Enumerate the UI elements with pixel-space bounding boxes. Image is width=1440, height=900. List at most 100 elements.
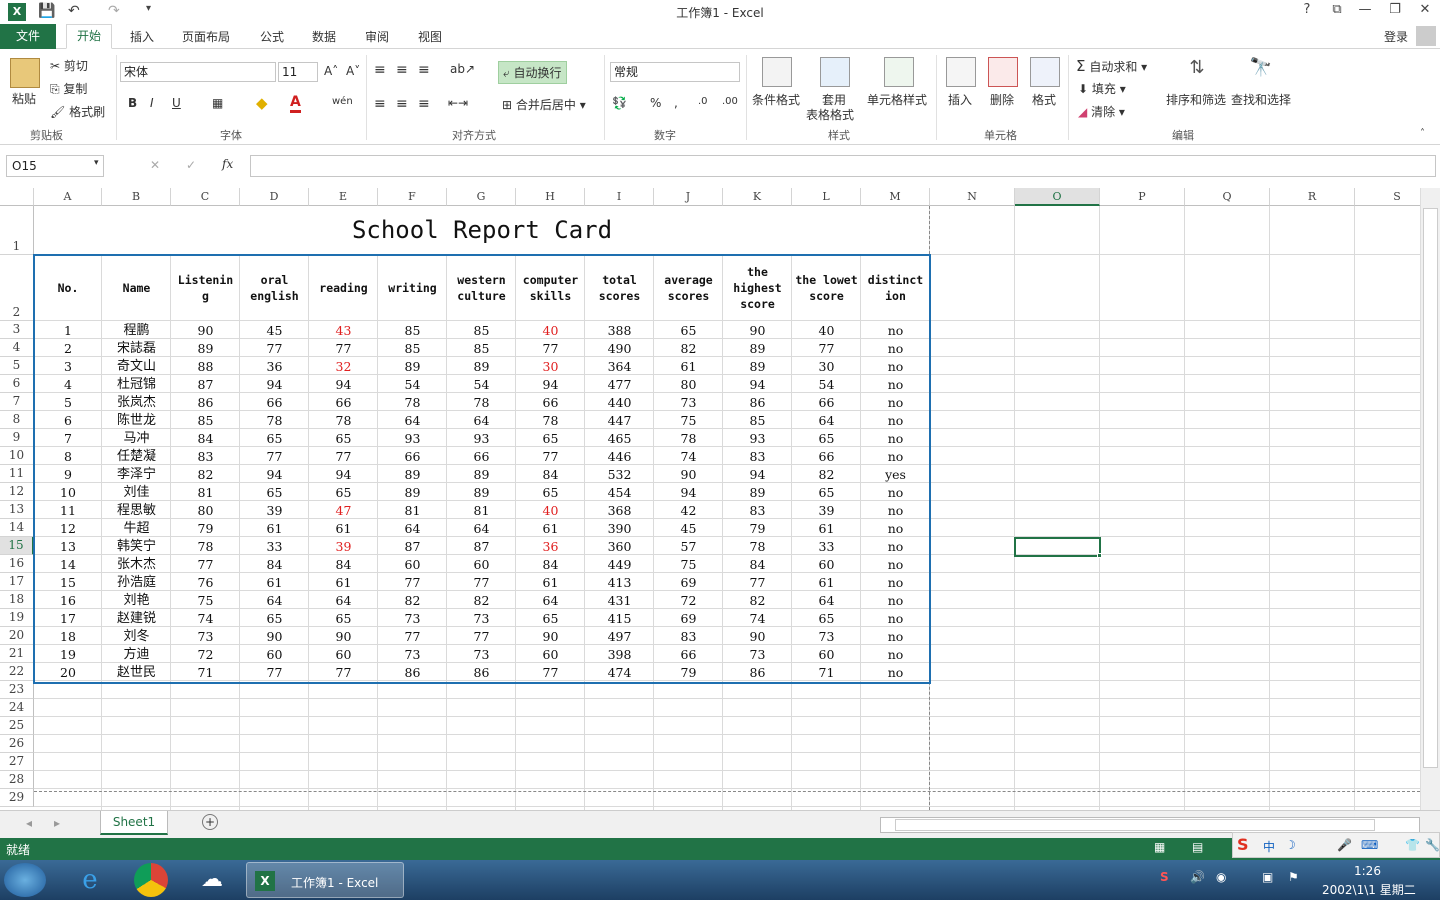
table-cell[interactable]: 32 bbox=[309, 358, 378, 375]
table-cell[interactable]: 465 bbox=[585, 430, 654, 447]
cancel-edit-button[interactable]: ✕ bbox=[150, 158, 160, 172]
table-cell[interactable]: 65 bbox=[792, 610, 861, 627]
row-header-13[interactable]: 13 bbox=[0, 501, 34, 519]
table-header-cell[interactable]: Name bbox=[102, 255, 171, 321]
table-cell[interactable]: 69 bbox=[654, 610, 723, 627]
delete-cells-icon[interactable] bbox=[988, 57, 1018, 87]
table-cell[interactable]: 李泽宁 bbox=[102, 466, 171, 483]
align-left-icon[interactable]: ≡ bbox=[374, 96, 386, 112]
table-cell[interactable]: 431 bbox=[585, 592, 654, 609]
table-cell[interactable]: 64 bbox=[516, 592, 585, 609]
moon-icon[interactable]: ☽ bbox=[1285, 838, 1296, 852]
table-cell[interactable]: 刘冬 bbox=[102, 628, 171, 645]
table-cell[interactable]: 77 bbox=[378, 574, 447, 591]
table-cell[interactable]: 69 bbox=[654, 574, 723, 591]
table-cell[interactable]: 84 bbox=[171, 430, 240, 447]
table-cell[interactable]: 61 bbox=[240, 574, 309, 591]
table-cell[interactable]: 61 bbox=[792, 574, 861, 591]
table-cell[interactable]: 94 bbox=[654, 484, 723, 501]
table-cell[interactable]: 18 bbox=[34, 628, 102, 645]
table-cell[interactable]: 84 bbox=[516, 556, 585, 573]
table-cell[interactable]: 90 bbox=[309, 628, 378, 645]
tab-insert[interactable]: 插入 bbox=[130, 28, 154, 45]
table-cell[interactable]: 65 bbox=[309, 430, 378, 447]
table-cell[interactable]: 87 bbox=[378, 538, 447, 555]
table-cell[interactable]: 30 bbox=[792, 358, 861, 375]
table-cell[interactable]: 81 bbox=[171, 484, 240, 501]
table-cell[interactable]: no bbox=[861, 628, 930, 645]
table-cell[interactable]: 497 bbox=[585, 628, 654, 645]
table-cell[interactable]: 532 bbox=[585, 466, 654, 483]
table-cell[interactable]: 60 bbox=[447, 556, 516, 573]
format-cells-button[interactable]: 格式 bbox=[1032, 91, 1056, 108]
table-cell[interactable]: 13 bbox=[34, 538, 102, 555]
avatar[interactable] bbox=[1416, 26, 1436, 46]
table-cell[interactable]: 40 bbox=[516, 322, 585, 339]
table-cell[interactable]: 81 bbox=[447, 502, 516, 519]
table-cell[interactable]: 86 bbox=[378, 664, 447, 681]
number-format-select[interactable]: 常规 bbox=[610, 62, 740, 82]
column-header-D[interactable]: D bbox=[240, 188, 309, 206]
keyboard-icon[interactable]: ⌨ bbox=[1361, 838, 1378, 852]
align-center-icon[interactable]: ≡ bbox=[396, 96, 408, 112]
table-cell[interactable]: 11 bbox=[34, 502, 102, 519]
table-cell[interactable]: 9 bbox=[34, 466, 102, 483]
row-header-4[interactable]: 4 bbox=[0, 339, 34, 357]
table-cell[interactable]: 90 bbox=[240, 628, 309, 645]
table-cell[interactable]: 83 bbox=[723, 502, 792, 519]
table-cell[interactable]: 65 bbox=[654, 322, 723, 339]
table-cell[interactable]: 390 bbox=[585, 520, 654, 537]
vertical-scroll-thumb[interactable] bbox=[1423, 208, 1438, 768]
table-cell[interactable]: 4 bbox=[34, 376, 102, 393]
tab-page-layout[interactable]: 页面布局 bbox=[182, 28, 230, 45]
table-cell[interactable]: 78 bbox=[654, 430, 723, 447]
format-table-button-line2[interactable]: 表格格式 bbox=[806, 106, 854, 123]
table-cell[interactable]: 413 bbox=[585, 574, 654, 591]
conditional-format-button[interactable]: 条件格式 bbox=[752, 91, 800, 108]
table-cell[interactable]: 77 bbox=[240, 448, 309, 465]
table-cell[interactable]: 韩笑宁 bbox=[102, 538, 171, 555]
table-cell[interactable]: 张木杰 bbox=[102, 556, 171, 573]
table-cell[interactable]: 30 bbox=[516, 358, 585, 375]
table-cell[interactable]: 39 bbox=[240, 502, 309, 519]
add-sheet-icon[interactable]: + bbox=[202, 814, 218, 830]
table-cell[interactable]: 77 bbox=[516, 664, 585, 681]
table-cell[interactable]: 张岚杰 bbox=[102, 394, 171, 411]
row-header-28[interactable]: 28 bbox=[0, 771, 34, 789]
table-header-cell[interactable]: average scores bbox=[654, 255, 723, 321]
table-cell[interactable]: 64 bbox=[378, 412, 447, 429]
table-cell[interactable]: 86 bbox=[447, 664, 516, 681]
table-cell[interactable]: 82 bbox=[654, 340, 723, 357]
table-cell[interactable]: 415 bbox=[585, 610, 654, 627]
table-cell[interactable]: 64 bbox=[378, 520, 447, 537]
table-cell[interactable]: 65 bbox=[792, 430, 861, 447]
table-cell[interactable]: 90 bbox=[516, 628, 585, 645]
table-cell[interactable]: 89 bbox=[447, 466, 516, 483]
tab-review[interactable]: 审阅 bbox=[365, 28, 389, 45]
table-cell[interactable]: 73 bbox=[378, 646, 447, 663]
cell-styles-icon[interactable] bbox=[884, 57, 914, 87]
column-header-P[interactable]: P bbox=[1100, 188, 1185, 206]
table-cell[interactable]: 71 bbox=[792, 664, 861, 681]
table-cell[interactable]: 87 bbox=[171, 376, 240, 393]
table-cell[interactable]: 89 bbox=[378, 358, 447, 375]
border-icon[interactable]: ▦ bbox=[212, 96, 223, 110]
table-cell[interactable]: 90 bbox=[171, 322, 240, 339]
table-header-cell[interactable]: the highest score bbox=[723, 255, 792, 321]
table-cell[interactable]: 86 bbox=[723, 664, 792, 681]
table-cell[interactable]: 73 bbox=[171, 628, 240, 645]
page-layout-view-icon[interactable]: ▤ bbox=[1192, 840, 1203, 854]
table-cell[interactable]: 43 bbox=[309, 322, 378, 339]
table-cell[interactable]: 93 bbox=[723, 430, 792, 447]
table-cell[interactable]: 89 bbox=[723, 358, 792, 375]
column-header-I[interactable]: I bbox=[585, 188, 654, 206]
format-table-icon[interactable] bbox=[820, 57, 850, 87]
table-cell[interactable]: 19 bbox=[34, 646, 102, 663]
table-cell[interactable]: 77 bbox=[516, 448, 585, 465]
table-cell[interactable]: 42 bbox=[654, 502, 723, 519]
table-cell[interactable]: 60 bbox=[309, 646, 378, 663]
normal-view-icon[interactable]: ▦ bbox=[1154, 840, 1165, 854]
table-cell[interactable]: 33 bbox=[792, 538, 861, 555]
table-cell[interactable]: 马冲 bbox=[102, 430, 171, 447]
row-header-2[interactable]: 2 bbox=[0, 255, 34, 321]
